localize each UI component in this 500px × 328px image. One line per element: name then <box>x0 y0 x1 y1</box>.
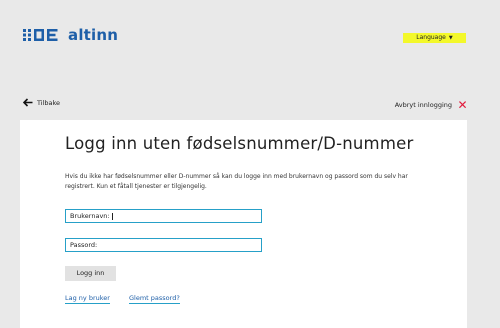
username-field[interactable]: Brukernavn: <box>65 209 262 223</box>
password-label: Passord: <box>70 241 98 249</box>
logo-text: altinn <box>68 26 119 44</box>
forgot-password-link[interactable]: Glemt passord? <box>129 294 180 304</box>
login-card: Logg inn uten fødselsnummer/D-nummer Hvi… <box>20 120 467 328</box>
page-title: Logg inn uten fødselsnummer/D-nummer <box>65 134 414 153</box>
back-link[interactable]: Tilbake <box>23 98 60 107</box>
altinn-logo[interactable]: altinn <box>23 26 118 44</box>
description-text: Hvis du ikke har fødselsnummer eller D-n… <box>65 173 408 190</box>
text-cursor <box>111 212 113 220</box>
back-label: Tilbake <box>37 98 61 107</box>
username-label: Brukernavn: <box>70 212 110 220</box>
arrow-left-icon <box>23 98 33 107</box>
language-label: Language <box>416 34 446 41</box>
cancel-login-button[interactable]: Avbryt innlogging ✕ <box>395 98 469 111</box>
cancel-label: Avbryt innlogging <box>394 100 452 109</box>
login-button[interactable]: Logg inn <box>65 266 116 281</box>
close-icon: ✕ <box>457 97 468 112</box>
altinn-logo-icon <box>23 29 58 41</box>
chevron-down-icon: ▼ <box>448 35 453 41</box>
register-link[interactable]: Lag ny bruker <box>65 294 110 304</box>
language-button[interactable]: Language ▼ <box>403 33 466 43</box>
password-field[interactable]: Passord: <box>65 238 262 252</box>
